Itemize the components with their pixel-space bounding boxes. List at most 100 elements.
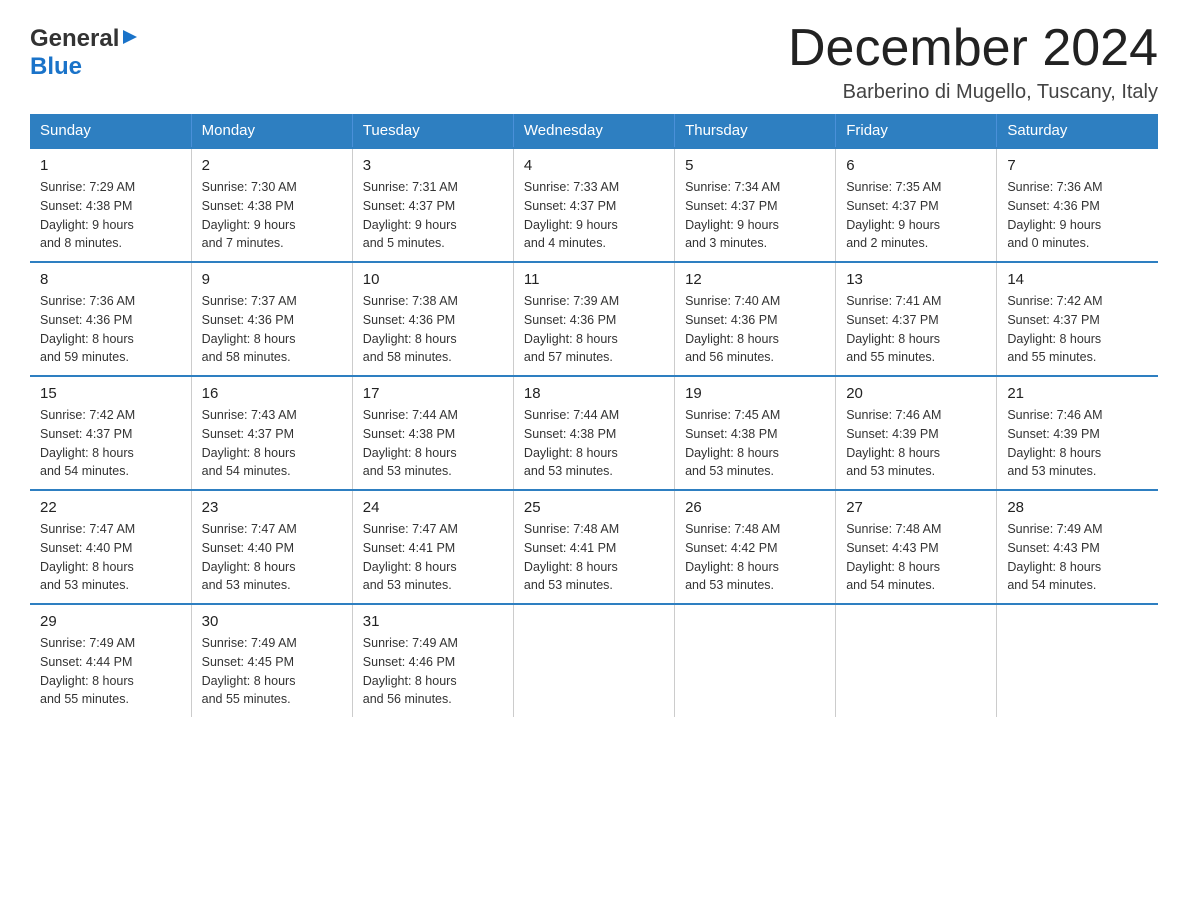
day-info: Sunrise: 7:35 AM Sunset: 4:37 PM Dayligh…: [846, 178, 986, 253]
day-number: 18: [524, 385, 664, 402]
day-number: 17: [363, 385, 503, 402]
day-number: 2: [202, 157, 342, 174]
day-number: 1: [40, 157, 181, 174]
calendar-cell: 14 Sunrise: 7:42 AM Sunset: 4:37 PM Dayl…: [997, 262, 1158, 376]
calendar-cell: 23 Sunrise: 7:47 AM Sunset: 4:40 PM Dayl…: [191, 490, 352, 604]
day-info: Sunrise: 7:36 AM Sunset: 4:36 PM Dayligh…: [1007, 178, 1148, 253]
page-header: General Blue December 2024 Barberino di …: [30, 20, 1158, 104]
day-number: 9: [202, 271, 342, 288]
calendar-cell: 27 Sunrise: 7:48 AM Sunset: 4:43 PM Dayl…: [836, 490, 997, 604]
day-info: Sunrise: 7:36 AM Sunset: 4:36 PM Dayligh…: [40, 292, 181, 367]
week-row-1: 1 Sunrise: 7:29 AM Sunset: 4:38 PM Dayli…: [30, 148, 1158, 262]
day-info: Sunrise: 7:37 AM Sunset: 4:36 PM Dayligh…: [202, 292, 342, 367]
day-number: 26: [685, 499, 825, 516]
day-info: Sunrise: 7:42 AM Sunset: 4:37 PM Dayligh…: [40, 406, 181, 481]
logo-arrow-icon: [121, 28, 139, 51]
calendar-cell: 3 Sunrise: 7:31 AM Sunset: 4:37 PM Dayli…: [352, 148, 513, 262]
calendar-cell: 7 Sunrise: 7:36 AM Sunset: 4:36 PM Dayli…: [997, 148, 1158, 262]
calendar-cell: 20 Sunrise: 7:46 AM Sunset: 4:39 PM Dayl…: [836, 376, 997, 490]
logo-general: General: [30, 25, 119, 53]
calendar-cell: [675, 604, 836, 717]
day-number: 4: [524, 157, 664, 174]
calendar-cell: 17 Sunrise: 7:44 AM Sunset: 4:38 PM Dayl…: [352, 376, 513, 490]
calendar-cell: 15 Sunrise: 7:42 AM Sunset: 4:37 PM Dayl…: [30, 376, 191, 490]
calendar-cell: 1 Sunrise: 7:29 AM Sunset: 4:38 PM Dayli…: [30, 148, 191, 262]
day-info: Sunrise: 7:49 AM Sunset: 4:45 PM Dayligh…: [202, 634, 342, 709]
calendar-table: SundayMondayTuesdayWednesdayThursdayFrid…: [30, 114, 1158, 717]
day-number: 29: [40, 613, 181, 630]
calendar-cell: [997, 604, 1158, 717]
calendar-cell: 9 Sunrise: 7:37 AM Sunset: 4:36 PM Dayli…: [191, 262, 352, 376]
day-number: 8: [40, 271, 181, 288]
header-thursday: Thursday: [675, 114, 836, 148]
week-row-5: 29 Sunrise: 7:49 AM Sunset: 4:44 PM Dayl…: [30, 604, 1158, 717]
calendar-cell: 30 Sunrise: 7:49 AM Sunset: 4:45 PM Dayl…: [191, 604, 352, 717]
calendar-cell: 29 Sunrise: 7:49 AM Sunset: 4:44 PM Dayl…: [30, 604, 191, 717]
logo-blue: Blue: [30, 53, 82, 80]
calendar-cell: 16 Sunrise: 7:43 AM Sunset: 4:37 PM Dayl…: [191, 376, 352, 490]
logo: General Blue: [30, 20, 139, 81]
day-number: 14: [1007, 271, 1148, 288]
day-number: 19: [685, 385, 825, 402]
header-sunday: Sunday: [30, 114, 191, 148]
week-row-3: 15 Sunrise: 7:42 AM Sunset: 4:37 PM Dayl…: [30, 376, 1158, 490]
day-info: Sunrise: 7:34 AM Sunset: 4:37 PM Dayligh…: [685, 178, 825, 253]
calendar-cell: 25 Sunrise: 7:48 AM Sunset: 4:41 PM Dayl…: [513, 490, 674, 604]
title-section: December 2024 Barberino di Mugello, Tusc…: [788, 20, 1158, 104]
calendar-cell: 12 Sunrise: 7:40 AM Sunset: 4:36 PM Dayl…: [675, 262, 836, 376]
day-number: 24: [363, 499, 503, 516]
day-info: Sunrise: 7:41 AM Sunset: 4:37 PM Dayligh…: [846, 292, 986, 367]
calendar-cell: [836, 604, 997, 717]
day-number: 28: [1007, 499, 1148, 516]
calendar-cell: 24 Sunrise: 7:47 AM Sunset: 4:41 PM Dayl…: [352, 490, 513, 604]
calendar-cell: 8 Sunrise: 7:36 AM Sunset: 4:36 PM Dayli…: [30, 262, 191, 376]
day-info: Sunrise: 7:30 AM Sunset: 4:38 PM Dayligh…: [202, 178, 342, 253]
calendar-header-row: SundayMondayTuesdayWednesdayThursdayFrid…: [30, 114, 1158, 148]
week-row-2: 8 Sunrise: 7:36 AM Sunset: 4:36 PM Dayli…: [30, 262, 1158, 376]
day-info: Sunrise: 7:48 AM Sunset: 4:43 PM Dayligh…: [846, 520, 986, 595]
day-info: Sunrise: 7:46 AM Sunset: 4:39 PM Dayligh…: [1007, 406, 1148, 481]
main-title: December 2024: [788, 20, 1158, 77]
day-info: Sunrise: 7:42 AM Sunset: 4:37 PM Dayligh…: [1007, 292, 1148, 367]
calendar-cell: 31 Sunrise: 7:49 AM Sunset: 4:46 PM Dayl…: [352, 604, 513, 717]
day-number: 3: [363, 157, 503, 174]
day-number: 25: [524, 499, 664, 516]
calendar-cell: 11 Sunrise: 7:39 AM Sunset: 4:36 PM Dayl…: [513, 262, 674, 376]
calendar-cell: 18 Sunrise: 7:44 AM Sunset: 4:38 PM Dayl…: [513, 376, 674, 490]
calendar-cell: 28 Sunrise: 7:49 AM Sunset: 4:43 PM Dayl…: [997, 490, 1158, 604]
day-info: Sunrise: 7:33 AM Sunset: 4:37 PM Dayligh…: [524, 178, 664, 253]
day-number: 30: [202, 613, 342, 630]
day-info: Sunrise: 7:49 AM Sunset: 4:43 PM Dayligh…: [1007, 520, 1148, 595]
calendar-cell: 2 Sunrise: 7:30 AM Sunset: 4:38 PM Dayli…: [191, 148, 352, 262]
calendar-cell: 10 Sunrise: 7:38 AM Sunset: 4:36 PM Dayl…: [352, 262, 513, 376]
day-number: 7: [1007, 157, 1148, 174]
day-number: 16: [202, 385, 342, 402]
day-number: 31: [363, 613, 503, 630]
calendar-cell: 4 Sunrise: 7:33 AM Sunset: 4:37 PM Dayli…: [513, 148, 674, 262]
day-number: 21: [1007, 385, 1148, 402]
calendar-cell: 22 Sunrise: 7:47 AM Sunset: 4:40 PM Dayl…: [30, 490, 191, 604]
day-number: 20: [846, 385, 986, 402]
day-info: Sunrise: 7:40 AM Sunset: 4:36 PM Dayligh…: [685, 292, 825, 367]
day-info: Sunrise: 7:44 AM Sunset: 4:38 PM Dayligh…: [524, 406, 664, 481]
subtitle: Barberino di Mugello, Tuscany, Italy: [788, 81, 1158, 104]
day-number: 15: [40, 385, 181, 402]
day-info: Sunrise: 7:47 AM Sunset: 4:40 PM Dayligh…: [202, 520, 342, 595]
day-number: 5: [685, 157, 825, 174]
day-info: Sunrise: 7:38 AM Sunset: 4:36 PM Dayligh…: [363, 292, 503, 367]
day-info: Sunrise: 7:47 AM Sunset: 4:40 PM Dayligh…: [40, 520, 181, 595]
calendar-cell: 13 Sunrise: 7:41 AM Sunset: 4:37 PM Dayl…: [836, 262, 997, 376]
day-info: Sunrise: 7:49 AM Sunset: 4:44 PM Dayligh…: [40, 634, 181, 709]
day-number: 27: [846, 499, 986, 516]
header-tuesday: Tuesday: [352, 114, 513, 148]
week-row-4: 22 Sunrise: 7:47 AM Sunset: 4:40 PM Dayl…: [30, 490, 1158, 604]
calendar-cell: [513, 604, 674, 717]
header-saturday: Saturday: [997, 114, 1158, 148]
header-wednesday: Wednesday: [513, 114, 674, 148]
day-number: 13: [846, 271, 986, 288]
day-info: Sunrise: 7:47 AM Sunset: 4:41 PM Dayligh…: [363, 520, 503, 595]
day-info: Sunrise: 7:48 AM Sunset: 4:41 PM Dayligh…: [524, 520, 664, 595]
day-info: Sunrise: 7:45 AM Sunset: 4:38 PM Dayligh…: [685, 406, 825, 481]
calendar-cell: 6 Sunrise: 7:35 AM Sunset: 4:37 PM Dayli…: [836, 148, 997, 262]
day-info: Sunrise: 7:39 AM Sunset: 4:36 PM Dayligh…: [524, 292, 664, 367]
